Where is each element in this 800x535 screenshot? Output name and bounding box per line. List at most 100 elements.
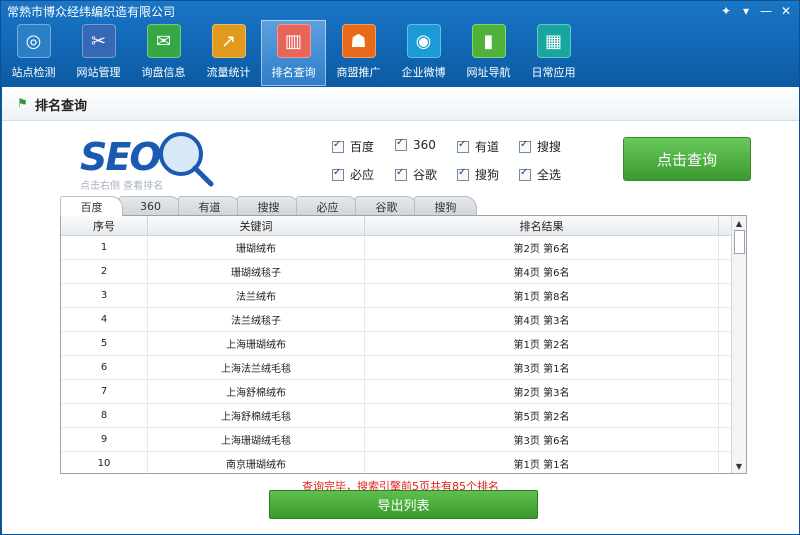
skin-icon[interactable]: ✦: [719, 4, 733, 18]
toolbar-item-mouse[interactable]: ▮ 网址导航: [456, 20, 521, 86]
table-row[interactable]: 8 上海舒棉绒毛毯 第5页 第2名: [61, 404, 746, 428]
flag-icon: ⚑: [17, 96, 28, 110]
toolbar-item-weibo[interactable]: ◉ 企业微博: [391, 20, 456, 86]
cell-result: 第3页 第1名: [365, 356, 719, 379]
main-panel: ⚑ 排名查询 SEO 点击右侧 查看排名 百度 360 有道 搜搜 必应 谷歌 …: [2, 87, 799, 534]
toolbar-item-tools[interactable]: ✂ 网站管理: [66, 20, 131, 86]
cell-index: 3: [61, 284, 148, 307]
cell-keyword: 上海法兰绒毛毯: [148, 356, 365, 379]
scroll-thumb[interactable]: [734, 230, 745, 254]
radar-icon: ◎: [16, 24, 51, 58]
engine-checkbox-bing[interactable]: 必应: [332, 166, 374, 183]
cell-keyword: 珊瑚绒布: [148, 236, 365, 259]
scroll-down-icon[interactable]: ▼: [732, 459, 746, 473]
scroll-up-icon[interactable]: ▲: [732, 216, 746, 230]
cell-result: 第1页 第8名: [365, 284, 719, 307]
weibo-icon: ◉: [406, 24, 441, 58]
cell-result: 第2页 第6名: [365, 236, 719, 259]
menu-chevron-down-icon[interactable]: ▾: [739, 4, 753, 18]
checkbox-icon[interactable]: [457, 139, 469, 153]
tab-engine[interactable]: 搜狗: [414, 196, 477, 216]
cell-result: 第1页 第2名: [365, 332, 719, 355]
toolbar-item-chat[interactable]: ✉ 询盘信息: [131, 20, 196, 86]
table-header: 序号 关键词 排名结果: [61, 216, 746, 236]
cell-result: 第2页 第3名: [365, 380, 719, 403]
checkbox-icon[interactable]: [395, 167, 407, 181]
toolbar-item-label: 网址导航: [466, 66, 511, 79]
cell-keyword: 法兰绒毯子: [148, 308, 365, 331]
engine-checkbox-youdao[interactable]: 有道: [457, 138, 499, 155]
cell-keyword: 上海珊瑚绒布: [148, 332, 365, 355]
window-title: 常熟市博众经纬编织造有限公司: [7, 5, 176, 19]
engine-checkbox-baidu[interactable]: 百度: [332, 138, 374, 155]
chat-icon: ✉: [146, 24, 181, 58]
table-scrollbar[interactable]: ▲ ▼: [731, 216, 746, 473]
cell-index: 9: [61, 428, 148, 451]
seo-logo-text: SEO: [80, 135, 162, 179]
cell-result: 第1页 第1名: [365, 452, 719, 473]
cell-keyword: 上海珊瑚绒毛毯: [148, 428, 365, 451]
query-button[interactable]: 点击查询: [623, 137, 751, 181]
table-body: 1 珊瑚绒布 第2页 第6名 2 珊瑚绒毯子 第4页 第6名 3 法兰绒布 第1页 第8名 4 法兰…: [61, 236, 746, 473]
checkbox-icon[interactable]: [332, 167, 344, 181]
close-icon[interactable]: ✕: [779, 4, 793, 18]
toolbar-item-label: 排名查询: [271, 66, 316, 79]
cell-index: 4: [61, 308, 148, 331]
table-row[interactable]: 7 上海舒棉绒布 第2页 第3名: [61, 380, 746, 404]
tab-engine[interactable]: 360: [119, 196, 182, 216]
engine-checkbox-select-all[interactable]: 全选: [519, 166, 561, 183]
engine-checkbox-soso[interactable]: 搜搜: [519, 138, 561, 155]
seo-logo-subtitle: 点击右侧 查看排名: [80, 181, 164, 192]
cell-index: 8: [61, 404, 148, 427]
table-row[interactable]: 5 上海珊瑚绒布 第1页 第2名: [61, 332, 746, 356]
minimize-icon[interactable]: —: [759, 4, 773, 18]
engine-checkbox-360[interactable]: 360: [395, 137, 436, 152]
table-row[interactable]: 3 法兰绒布 第1页 第8名: [61, 284, 746, 308]
col-header-index[interactable]: 序号: [61, 216, 148, 235]
checkbox-icon[interactable]: [332, 139, 344, 153]
cell-index: 1: [61, 236, 148, 259]
toolbar-item-bar-chart[interactable]: ▥ 排名查询: [261, 20, 326, 86]
table-row[interactable]: 6 上海法兰绒毛毯 第3页 第1名: [61, 356, 746, 380]
toolbar-item-trend-chart[interactable]: ↗ 流量统计: [196, 20, 261, 86]
toolbar-item-label: 商盟推广: [336, 66, 381, 79]
cell-index: 6: [61, 356, 148, 379]
toolbar-item-label: 网站管理: [76, 66, 121, 79]
toolbar-item-users[interactable]: ☗ 商盟推广: [326, 20, 391, 86]
checkbox-icon[interactable]: [395, 137, 407, 151]
toolbar-item-label: 站点检测: [11, 66, 56, 79]
tab-engine[interactable]: 必应: [296, 196, 359, 216]
table-row[interactable]: 1 珊瑚绒布 第2页 第6名: [61, 236, 746, 260]
cell-result: 第5页 第2名: [365, 404, 719, 427]
trend-chart-icon: ↗: [211, 24, 246, 58]
toolbar-item-label: 询盘信息: [141, 66, 186, 79]
checkbox-icon[interactable]: [457, 167, 469, 181]
cell-keyword: 法兰绒布: [148, 284, 365, 307]
col-header-result[interactable]: 排名结果: [365, 216, 719, 235]
table-row[interactable]: 2 珊瑚绒毯子 第4页 第6名: [61, 260, 746, 284]
toolbar-item-radar[interactable]: ◎ 站点检测: [1, 20, 66, 86]
main-toolbar: ◎ 站点检测 ✂ 网站管理 ✉ 询盘信息 ↗ 流量统计 ▥ 排名查询 ☗ 商盟推广 ◉ 企业微博 ▮ 网址导航…: [1, 20, 586, 86]
col-header-keyword[interactable]: 关键词: [148, 216, 365, 235]
tab-engine[interactable]: 百度: [60, 196, 123, 216]
table-row[interactable]: 4 法兰绒毯子 第4页 第3名: [61, 308, 746, 332]
toolbar-item-label: 企业微博: [401, 66, 446, 79]
toolbar-item-label: 日常应用: [531, 66, 576, 79]
cell-keyword: 珊瑚绒毯子: [148, 260, 365, 283]
tab-engine[interactable]: 搜搜: [237, 196, 300, 216]
tools-icon: ✂: [81, 24, 116, 58]
engine-checkbox-google[interactable]: 谷歌: [395, 166, 437, 183]
mouse-icon: ▮: [471, 24, 506, 58]
tab-engine[interactable]: 谷歌: [355, 196, 418, 216]
engine-checkbox-sogou[interactable]: 搜狗: [457, 166, 499, 183]
checkbox-icon[interactable]: [519, 167, 531, 181]
checkbox-icon[interactable]: [519, 139, 531, 153]
toolbar-item-apps-grid[interactable]: ▦ 日常应用: [521, 20, 586, 86]
table-row[interactable]: 10 南京珊瑚绒布 第1页 第1名: [61, 452, 746, 473]
table-row[interactable]: 9 上海珊瑚绒毛毯 第3页 第6名: [61, 428, 746, 452]
cell-result: 第4页 第3名: [365, 308, 719, 331]
title-toolbar-bar: 常熟市博众经纬编织造有限公司 ✦ ▾ — ✕ ◎ 站点检测 ✂ 网站管理 ✉ 询盘信息 ↗ 流…: [1, 1, 799, 87]
app-window: 常熟市博众经纬编织造有限公司 ✦ ▾ — ✕ ◎ 站点检测 ✂ 网站管理 ✉ 询盘信息 ↗ 流…: [0, 0, 800, 535]
tab-engine[interactable]: 有道: [178, 196, 241, 216]
export-list-button[interactable]: 导出列表: [269, 490, 538, 519]
